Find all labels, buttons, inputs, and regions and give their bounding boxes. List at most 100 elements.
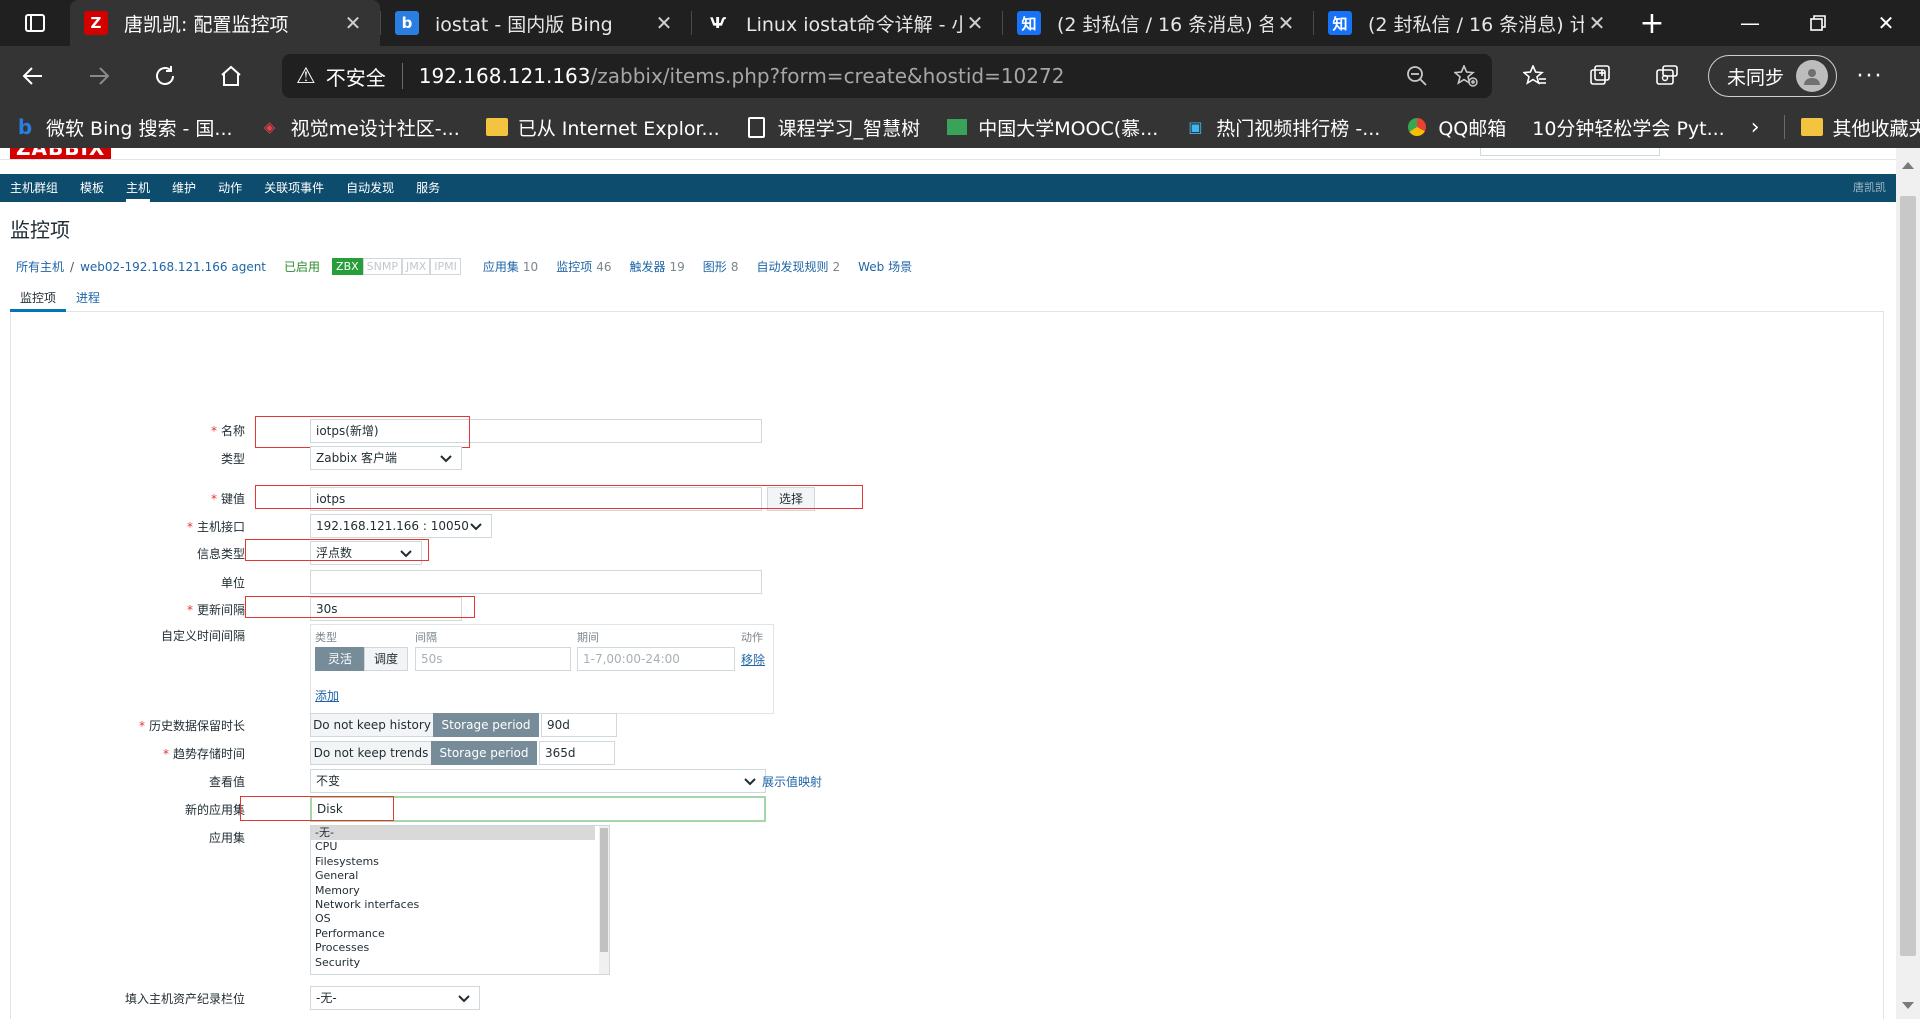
application-option[interactable]: Memory	[311, 884, 609, 898]
refresh-button[interactable]	[132, 46, 198, 106]
bookmark-item[interactable]: ◈ 视觉me设计社区-...	[259, 114, 460, 141]
bookmark-item[interactable]: b 微软 Bing 搜索 - 国...	[14, 114, 233, 141]
bookmark-item[interactable]: QQ邮箱	[1406, 114, 1506, 141]
profile-sync-button[interactable]: 未同步	[1708, 55, 1838, 97]
page-scrollbar[interactable]	[1896, 148, 1920, 1019]
nav-item-3[interactable]: 主机	[126, 174, 151, 202]
minimize-button[interactable]: —	[1716, 0, 1784, 46]
home-button[interactable]	[198, 46, 264, 106]
breadcrumb-link-1[interactable]: 应用集 10	[483, 258, 538, 275]
applications-listbox[interactable]: -无- CPU Filesystems General Memory Network in…	[310, 825, 610, 975]
add-interval-link[interactable]: 添加	[315, 687, 339, 704]
close-tab-icon[interactable]: ✕	[340, 11, 366, 35]
bookmark-item[interactable]: 已从 Internet Explor...	[485, 114, 720, 141]
history-period-input[interactable]: 90d	[541, 713, 617, 737]
add-favorite-icon[interactable]	[1454, 65, 1478, 87]
nav-item-6[interactable]: 关联项事件	[264, 174, 324, 202]
nav-user[interactable]: 唐凯凯	[1853, 174, 1886, 202]
global-search-input[interactable]	[1480, 148, 1660, 156]
bookmark-item[interactable]: 10分钟轻松学会 Pyt...	[1532, 114, 1725, 141]
favorites-button[interactable]	[1502, 46, 1568, 106]
new-tab-button[interactable]: +	[1624, 0, 1680, 46]
maximize-button[interactable]	[1784, 0, 1852, 46]
name-input[interactable]: iotps(新增)	[310, 419, 762, 443]
bookmark-item[interactable]: 中国大学MOOC(慕...	[946, 114, 1158, 141]
type-select[interactable]: Zabbix 客户端	[310, 446, 462, 470]
close-tab-icon[interactable]: ✕	[1273, 11, 1299, 35]
custom-period-input[interactable]: 1-7,00:00-24:00	[577, 647, 735, 671]
application-option[interactable]: CPU	[311, 840, 609, 854]
settings-more-button[interactable]: ···	[1837, 64, 1903, 89]
page-scrollbar-thumb[interactable]	[1900, 196, 1916, 956]
browser-tab-2[interactable]: b iostat - 国内版 Bing ✕	[381, 0, 691, 46]
nav-item-2[interactable]: 模板	[80, 174, 104, 202]
breadcrumb-link-2[interactable]: 监控项 46	[556, 258, 611, 275]
application-option[interactable]: General	[311, 869, 609, 883]
close-window-button[interactable]: ✕	[1852, 0, 1920, 46]
zoom-out-icon[interactable]	[1406, 65, 1428, 87]
scroll-down-icon[interactable]	[1902, 1002, 1914, 1009]
nav-item-4[interactable]: 维护	[172, 174, 196, 202]
host-status-badge[interactable]: 已启用	[284, 258, 320, 275]
trends-period-input[interactable]: 365d	[539, 741, 615, 765]
forward-button[interactable]	[66, 46, 132, 106]
inventory-field-select[interactable]: -无-	[310, 986, 480, 1010]
application-option[interactable]: Processes	[311, 941, 609, 955]
application-option[interactable]: Security	[311, 956, 609, 970]
application-option[interactable]: OS	[311, 912, 609, 926]
nav-item-1[interactable]: 主机群组	[10, 174, 58, 202]
application-option[interactable]: Network interfaces	[311, 898, 609, 912]
remove-interval-link[interactable]: 移除	[741, 651, 765, 668]
close-tab-icon[interactable]: ✕	[651, 11, 677, 35]
back-button[interactable]	[0, 46, 66, 106]
browser-tab-1[interactable]: Z 唐凯凯: 配置监控项 ✕	[70, 0, 380, 46]
trends-storage-button[interactable]: Storage period	[431, 741, 537, 765]
info-type-select[interactable]: 浮点数	[310, 541, 422, 565]
key-input[interactable]: iotps	[310, 487, 762, 511]
flexible-toggle-button[interactable]: 灵活	[315, 647, 365, 671]
address-bar[interactable]: ⚠ 不安全 192.168.121.163 /zabbix/items.php?…	[282, 54, 1492, 98]
application-option[interactable]: Performance	[311, 927, 609, 941]
application-option[interactable]: Filesystems	[311, 855, 609, 869]
collections-button[interactable]	[1568, 46, 1634, 106]
show-valuemap-link[interactable]: 展示值映射	[762, 773, 822, 790]
trends-no-keep-button[interactable]: Do not keep trends	[310, 741, 432, 765]
other-bookmarks-folder[interactable]: 其他收藏夹	[1800, 114, 1920, 141]
bookmark-item[interactable]: ▣ 热门视频排行榜 -...	[1184, 114, 1380, 141]
tab-preprocessing[interactable]: 进程	[66, 286, 110, 311]
applications-scrollbar[interactable]	[599, 826, 609, 974]
interface-select[interactable]: 192.168.121.166 : 10050	[310, 514, 492, 538]
bookmark-item[interactable]: 课程学习_智慧树	[746, 114, 920, 141]
scheduling-toggle-button[interactable]: 调度	[364, 647, 408, 671]
breadcrumb-link-6[interactable]: Web 场景	[858, 258, 916, 275]
breadcrumb-all-hosts[interactable]: 所有主机	[16, 258, 64, 275]
interval-input[interactable]: 30s	[310, 597, 462, 621]
nav-item-7[interactable]: 自动发现	[346, 174, 394, 202]
zabbix-logo[interactable]: ZABBIX	[10, 148, 112, 159]
history-no-keep-button[interactable]: Do not keep history	[310, 713, 434, 737]
screen-capture-button[interactable]	[1634, 46, 1700, 106]
new-application-input[interactable]: Disk	[310, 796, 766, 822]
breadcrumb-link-3[interactable]: 触发器 19	[630, 258, 685, 275]
tab-item[interactable]: 监控项	[10, 286, 67, 312]
nav-item-5[interactable]: 动作	[218, 174, 242, 202]
browser-tab-5[interactable]: 知 (2 封私信 / 16 条消息) 计算 ✕	[1314, 0, 1624, 46]
units-input[interactable]	[310, 570, 762, 594]
close-tab-icon[interactable]: ✕	[1584, 11, 1610, 35]
breadcrumb-link-4[interactable]: 图形 8	[703, 258, 739, 275]
key-select-button[interactable]: 选择	[767, 487, 815, 511]
applications-scrollbar-thumb[interactable]	[600, 828, 608, 952]
bookmarks-overflow-chevron-icon[interactable]: ›	[1751, 115, 1760, 140]
tab-actions-button[interactable]	[0, 0, 70, 46]
close-tab-icon[interactable]: ✕	[962, 11, 988, 35]
custom-interval-input[interactable]: 50s	[415, 647, 571, 671]
application-option[interactable]: -无-	[311, 826, 595, 841]
nav-item-8[interactable]: 服务	[416, 174, 440, 202]
valuemap-select[interactable]: 不变	[310, 769, 766, 793]
scroll-up-icon[interactable]	[1902, 162, 1914, 169]
insecure-label[interactable]: 不安全	[326, 62, 386, 91]
breadcrumb-host[interactable]: web02-192.168.121.166 agent	[80, 260, 266, 274]
breadcrumb-link-5[interactable]: 自动发现规则 2	[756, 258, 840, 275]
browser-tab-3[interactable]: Ѱ Linux iostat命令详解 - 小a ✕	[692, 0, 1002, 46]
browser-tab-4[interactable]: 知 (2 封私信 / 16 条消息) 各个 ✕	[1003, 0, 1313, 46]
